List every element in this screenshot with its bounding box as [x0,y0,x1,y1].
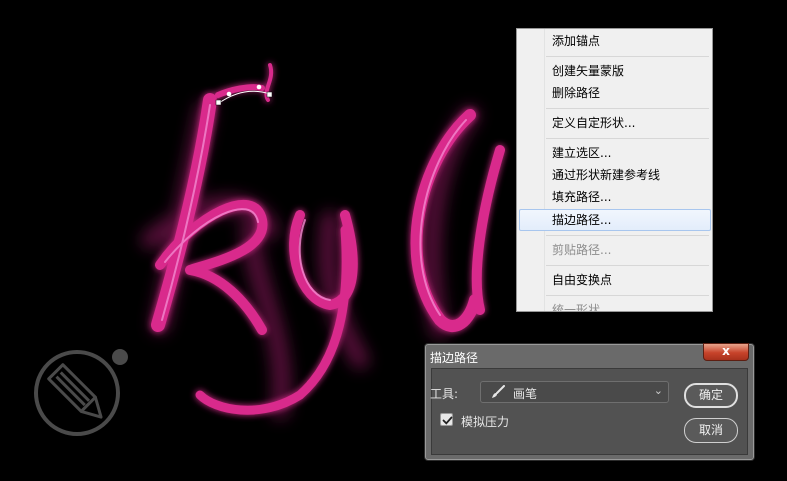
dialog-title: 描边路径 [430,351,479,365]
ok-button[interactable]: 确定 [684,383,738,408]
chevron-down-icon: ⌄ [653,384,663,397]
menu-item-clipping-path: 剪贴路径... [552,243,612,257]
menu-item-add-anchor[interactable]: 添加锚点 [519,30,711,52]
menu-separator [546,235,709,236]
menu-separator [546,295,709,296]
brush-icon [492,385,505,398]
menu-item-new-guides-from-shape[interactable]: 通过形状新建参考线 [519,164,711,186]
cancel-button[interactable]: 取消 [684,418,738,443]
menu-item-fill-path[interactable]: 填充路径... [519,186,711,208]
pencil-logo-icon [34,349,128,436]
context-menu: 添加锚点 创建矢量蒙版 删除路径 定义自定形状... 建立选区... 通过形状新… [516,28,713,312]
menu-item-stroke-path[interactable]: 描边路径... [519,209,711,231]
menu-item-create-vector-mask[interactable]: 创建矢量蒙版 [519,60,711,82]
menu-item-define-custom-shape[interactable]: 定义自定形状... [519,112,711,134]
menu-separator [546,138,709,139]
anchor-handle [256,84,262,90]
simulate-pressure-checkbox[interactable] [440,413,453,426]
tool-select-value: 画笔 [513,387,538,401]
menu-item-delete-path[interactable]: 删除路径 [519,82,711,104]
close-icon: x [722,344,730,358]
simulate-pressure-label: 模拟压力 [461,415,510,429]
anchor-handle [226,91,232,97]
checkmark-icon [442,416,453,425]
close-button[interactable]: x [703,343,749,361]
tool-label: 工具: [430,387,459,401]
menu-separator [546,108,709,109]
tool-select[interactable]: 画笔 ⌄ [480,381,669,403]
menu-separator [546,56,709,57]
menu-separator [546,265,709,266]
menu-item-free-transform-points[interactable]: 自由变换点 [519,269,711,291]
anchor-point [215,99,222,106]
menu-item-make-selection[interactable]: 建立选区... [519,142,711,164]
anchor-point [266,91,273,98]
menu-item-unify-shapes: 统一形状 [552,303,601,312]
